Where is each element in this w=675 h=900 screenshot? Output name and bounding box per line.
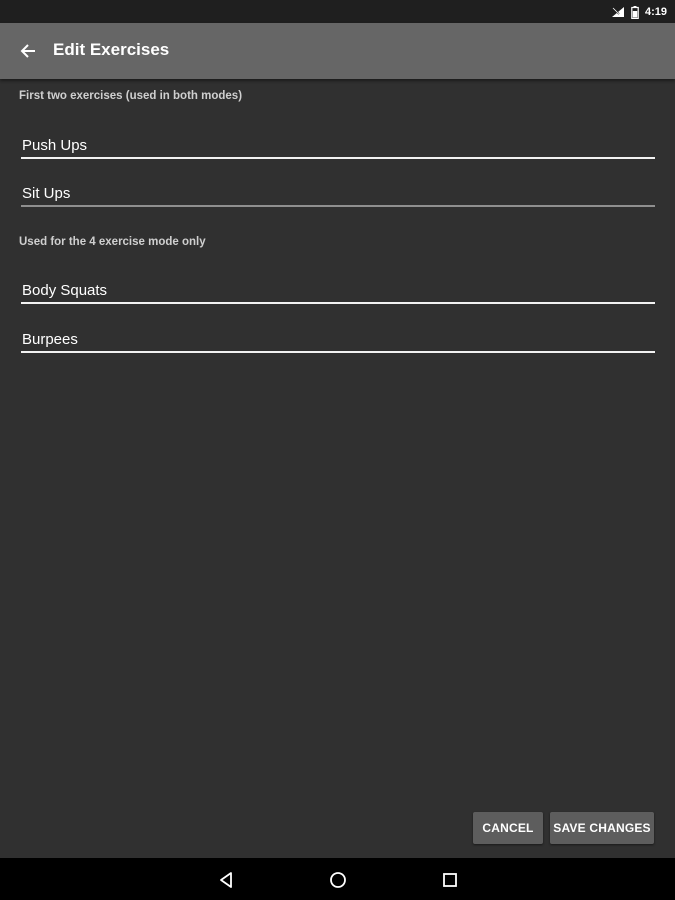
back-triangle-icon [217, 871, 235, 889]
status-icons: 4:19 [611, 4, 667, 20]
signal-icon [611, 6, 625, 18]
back-button[interactable] [14, 39, 42, 63]
cancel-button[interactable]: CANCEL [473, 812, 543, 844]
status-bar: 4:19 [0, 0, 675, 23]
battery-icon [631, 5, 639, 19]
exercise-field-4[interactable]: Burpees [21, 321, 655, 353]
exercise-field-2[interactable]: Sit Ups [21, 175, 655, 207]
navigation-bar [0, 858, 675, 900]
nav-recents-button[interactable] [439, 869, 461, 891]
section-label-four-mode: Used for the 4 exercise mode only [19, 236, 206, 248]
exercise-field-value: Burpees [22, 331, 78, 348]
home-circle-icon [329, 871, 347, 889]
nav-home-button[interactable] [327, 869, 349, 891]
exercise-field-value: Body Squats [22, 282, 108, 299]
save-changes-button[interactable]: SAVE CHANGES [550, 812, 654, 844]
back-arrow-icon [20, 43, 36, 59]
page-title: Edit Exercises [53, 40, 170, 59]
recents-square-icon [442, 872, 458, 888]
exercise-field-value: Push Ups [22, 137, 88, 154]
app-bar: Edit Exercises [0, 23, 675, 79]
section-label-first-two: First two exercises (used in both modes) [19, 90, 243, 102]
exercise-field-value: Sit Ups [22, 185, 71, 202]
nav-back-button[interactable] [215, 869, 237, 891]
exercise-field-3[interactable]: Body Squats [21, 272, 655, 304]
status-time: 4:19 [644, 6, 667, 18]
exercise-field-1[interactable]: Push Ups [21, 127, 655, 159]
